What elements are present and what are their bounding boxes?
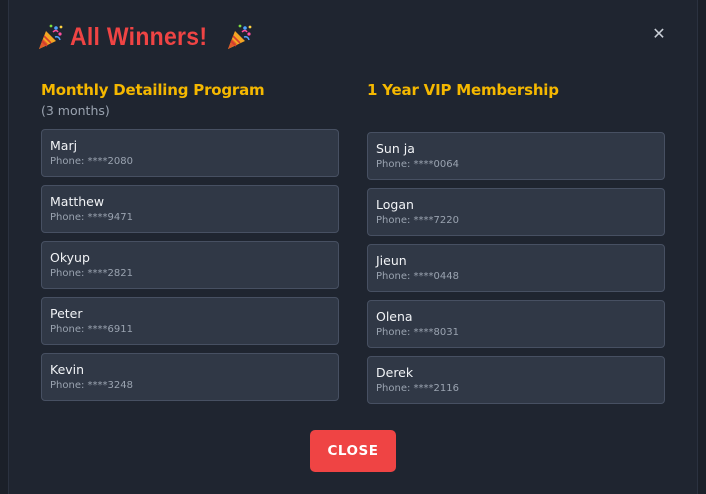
winner-list: Sun ja Phone: ****0064 Logan Phone: ****… <box>367 132 665 404</box>
winner-name: Logan <box>376 197 414 212</box>
winner-name: Olena <box>376 309 413 324</box>
winner-card: Olena Phone: ****8031 <box>367 300 665 348</box>
winner-phone: Phone: ****0064 <box>376 159 459 170</box>
close-icon[interactable]: ✕ <box>651 26 667 42</box>
winner-phone: Phone: ****3248 <box>50 380 133 391</box>
winner-card: Sun ja Phone: ****0064 <box>367 132 665 180</box>
winner-phone: Phone: ****8031 <box>376 327 459 338</box>
winner-card: Jieun Phone: ****0448 <box>367 244 665 292</box>
winner-name: Matthew <box>50 194 105 209</box>
winner-phone: Phone: ****7220 <box>376 215 459 226</box>
winner-card: Kevin Phone: ****3248 <box>41 353 339 401</box>
winner-phone: Phone: ****9471 <box>50 212 133 223</box>
winner-phone: Phone: ****2821 <box>50 268 133 279</box>
prize-title: Monthly Detailing Program <box>41 81 265 99</box>
winner-name: Jieun <box>376 253 407 268</box>
modal-title-text: All Winners! <box>70 22 208 51</box>
winner-card: Marj Phone: ****2080 <box>41 129 339 177</box>
winner-phone: Phone: ****2116 <box>376 383 459 394</box>
winner-list: Marj Phone: ****2080 Matthew Phone: ****… <box>41 129 339 401</box>
party-popper-icon <box>225 23 253 51</box>
winner-card: Okyup Phone: ****2821 <box>41 241 339 289</box>
winner-name: Kevin <box>50 362 85 377</box>
prize-subtitle: (3 months) <box>41 103 110 118</box>
winner-card: Logan Phone: ****7220 <box>367 188 665 236</box>
winner-name: Peter <box>50 306 83 321</box>
modal-title: All Winners! <box>36 20 253 54</box>
winner-card: Peter Phone: ****6911 <box>41 297 339 345</box>
winner-phone: Phone: ****2080 <box>50 156 133 167</box>
winner-card: Derek Phone: ****2116 <box>367 356 665 404</box>
winner-phone: Phone: ****6911 <box>50 324 133 335</box>
prize-column-detailing: Monthly Detailing Program (3 months) Mar… <box>41 80 339 409</box>
prize-column-vip: 1 Year VIP Membership Sun ja Phone: ****… <box>367 80 665 412</box>
close-button[interactable]: CLOSE <box>310 430 396 472</box>
prize-title: 1 Year VIP Membership <box>367 81 559 99</box>
winner-name: Sun ja <box>376 141 415 156</box>
winner-name: Marj <box>50 138 78 153</box>
winner-card: Matthew Phone: ****9471 <box>41 185 339 233</box>
winners-modal: All Winners! ✕ Monthly Detailing Program… <box>8 0 698 494</box>
winner-name: Okyup <box>50 250 90 265</box>
party-popper-icon <box>36 23 64 51</box>
winner-phone: Phone: ****0448 <box>376 271 459 282</box>
winner-name: Derek <box>376 365 414 380</box>
